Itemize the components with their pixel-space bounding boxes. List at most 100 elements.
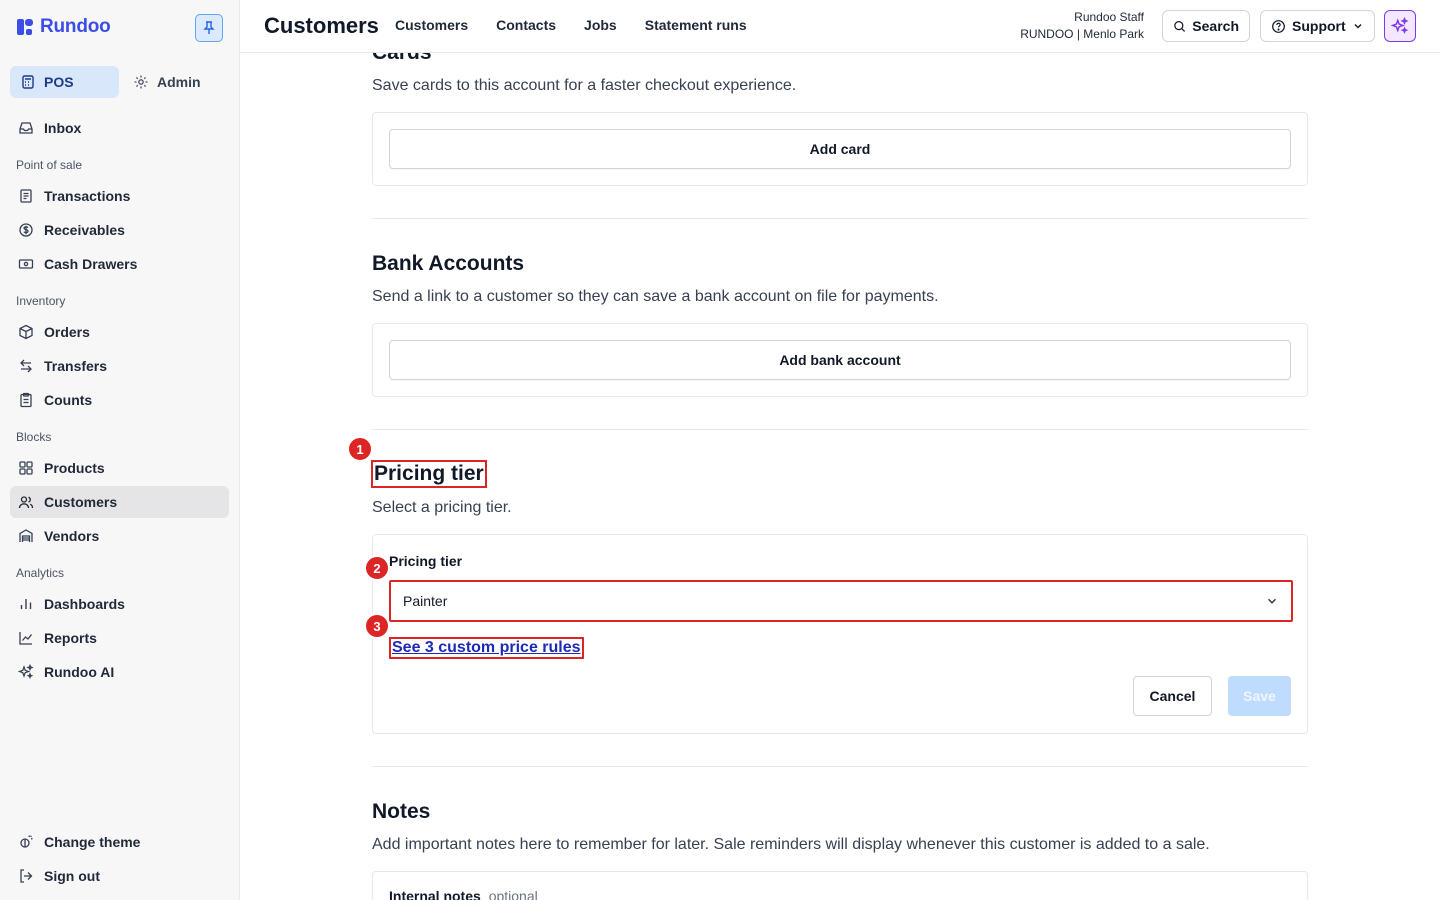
annotation-marker-2: 2 [364,555,390,581]
top-bar: Customers Customers Contacts Jobs Statem… [240,0,1440,53]
cash-icon [18,259,34,269]
internal-notes-label: Internal notes [389,888,481,900]
store-name: RUNDOO | Menlo Park [1020,27,1144,41]
pricing-tier-card: Pricing tier 2 Painter 3 See 3 custom pr… [364,534,1308,734]
save-button[interactable]: Save [1228,676,1291,716]
search-label: Search [1192,18,1239,34]
annotation-marker-3: 3 [364,613,390,639]
sidebar-item-vendors[interactable]: Vendors [10,520,229,552]
notes-title: Notes [372,800,431,823]
pricing-tier-selected-value: Painter [403,593,448,609]
sidebar-item-reports[interactable]: Reports [10,622,229,654]
internal-notes-label-row: Internal notes optional [389,888,538,900]
divider [372,218,1308,219]
bank-accounts-title: Bank Accounts [372,252,525,275]
help-circle-icon [1272,19,1285,33]
support-button[interactable]: Support [1260,10,1375,42]
pin-icon [203,21,215,34]
mode-admin-label: Admin [157,74,201,90]
brand-logo[interactable]: Rundoo [16,16,111,38]
sidebar-item-label: Cash Drawers [44,256,138,272]
add-card-button[interactable]: Add card [389,129,1291,169]
sparkles-icon [1391,17,1409,34]
gear-icon [134,75,148,89]
arrows-swap-icon [20,359,32,373]
bar-chart-icon [20,599,32,609]
internal-notes-hint: optional [488,888,538,900]
sidebar-item-label: Rundoo AI [44,664,115,680]
sidebar-item-label: Dashboards [44,596,125,612]
main-content: Cards Save cards to this account for a f… [240,53,1440,900]
sparkles-icon [18,664,34,680]
theme-icon [20,835,33,848]
tab-contacts[interactable]: Contacts [496,17,556,33]
pricing-tier-title: Pricing tier [371,460,487,488]
sidebar-item-inbox[interactable]: Inbox [10,112,229,144]
mode-pos-label: POS [44,74,74,90]
line-chart-icon [19,632,33,645]
sidebar-item-transfers[interactable]: Transfers [10,350,229,382]
sidebar-item-label: Orders [44,324,90,340]
change-theme-label: Change theme [44,834,141,850]
page-title: Customers [264,13,379,38]
search-button[interactable]: Search [1162,10,1250,42]
sign-out-button[interactable]: Sign out [10,860,229,892]
sidebar-item-label: Vendors [44,528,100,544]
add-bank-account-button[interactable]: Add bank account [389,340,1291,380]
sidebar-item-label: Receivables [44,222,125,238]
chevron-down-icon [1354,24,1362,29]
tab-customers[interactable]: Customers [395,17,468,33]
sidebar-item-label: Inbox [44,120,82,136]
annotation-marker-1: 1 [347,436,373,462]
sidebar-item-customers[interactable]: Customers [10,486,229,518]
sidebar-item-rundoo-ai[interactable]: Rundoo AI [10,656,229,688]
divider [372,766,1308,767]
section-title-blocks: Blocks [16,430,52,444]
sidebar-item-label: Counts [44,392,93,408]
custom-price-rules-link[interactable]: See 3 custom price rules [389,637,584,659]
sidebar-item-orders[interactable]: Orders [10,316,229,348]
warehouse-icon [19,529,33,542]
pricing-tier-label: Pricing tier [389,553,463,569]
sidebar-item-label: Reports [44,630,97,646]
cards-title: Cards [372,53,432,65]
store-info[interactable]: Rundoo Staff RUNDOO | Menlo Park [1020,9,1144,43]
sidebar-item-products[interactable]: Products [10,452,229,484]
sidebar: Rundoo POS Admin Inbox Point of sale Tra… [0,0,240,900]
register-icon [22,75,34,89]
sidebar-item-counts[interactable]: Counts [10,384,229,416]
mode-pos-button[interactable]: POS [10,66,119,98]
cancel-button[interactable]: Cancel [1133,676,1212,716]
sidebar-item-cash-drawers[interactable]: Cash Drawers [10,248,229,280]
change-theme-button[interactable]: Change theme [10,826,229,858]
pin-sidebar-button[interactable] [195,14,223,42]
grid-icon [19,461,33,475]
dollar-circle-icon [19,223,33,237]
brand-name: Rundoo [40,16,111,37]
support-label: Support [1292,18,1346,34]
sign-out-label: Sign out [44,868,100,884]
mode-admin-button[interactable]: Admin [123,66,233,98]
users-icon [18,496,34,509]
sign-out-icon [20,869,33,883]
section-title-inventory: Inventory [16,294,66,308]
rundoo-logo-icon [17,19,33,35]
sidebar-nav: Inbox Point of sale Transactions Receiva… [10,112,229,690]
user-name: Rundoo Staff [1074,10,1144,24]
bank-accounts-description: Send a link to a customer so they can sa… [372,288,939,305]
sidebar-item-transactions[interactable]: Transactions [10,180,229,212]
pricing-tier-description: Select a pricing tier. [372,499,512,516]
sidebar-item-receivables[interactable]: Receivables [10,214,229,246]
sidebar-item-label: Customers [44,494,118,510]
tab-statement-runs[interactable]: Statement runs [645,17,747,33]
bank-accounts-card: Add bank account [372,323,1308,397]
inbox-icon [19,122,33,134]
chevron-down-icon [1267,598,1277,604]
sidebar-item-dashboards[interactable]: Dashboards [10,588,229,620]
section-title-analytics: Analytics [16,566,65,580]
sidebar-item-label: Transactions [44,188,131,204]
tab-jobs[interactable]: Jobs [584,17,617,33]
ai-assistant-button[interactable] [1384,10,1416,42]
pricing-tier-select[interactable]: Painter [389,580,1293,622]
section-title-point-of-sale: Point of sale [16,158,83,172]
